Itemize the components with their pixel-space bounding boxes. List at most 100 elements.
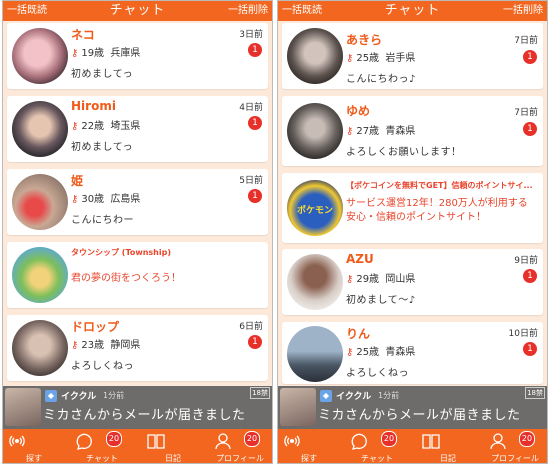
chat-region: 兵庫県	[110, 48, 141, 59]
chat-time: 7日前	[514, 36, 538, 46]
ad-image	[12, 247, 68, 303]
tab-chat[interactable]: 20 チャット	[350, 429, 404, 463]
chat-icon	[351, 433, 367, 450]
chat-time: 7日前	[514, 108, 538, 118]
key-icon: ⚷	[346, 274, 354, 285]
tab-label: プロフィール	[491, 454, 539, 463]
ad-item[interactable]: タウンシップ (Township) 君の夢の街をつくろう！	[7, 242, 268, 308]
ad-image-label: ポケモン	[296, 206, 333, 216]
chat-name: ドロップ	[71, 320, 120, 334]
tab-label: 探す	[301, 454, 317, 463]
chat-list[interactable]: あきら 7日前 ⚷ 25歳 岩手県 1 こんにちわっ♪ ゆめ 7日前 ⚷ 27歳 青…	[278, 21, 547, 386]
tab-profile[interactable]: 20 プロフィール	[213, 429, 267, 463]
unread-badge: 1	[523, 50, 537, 64]
chat-region: 広島県	[110, 194, 141, 205]
unread-badge: 1	[523, 342, 537, 356]
tab-diary[interactable]: 日記	[146, 429, 200, 463]
chat-message: よろしくお願いします！	[346, 147, 462, 158]
chat-item[interactable]: ゆめ 7日前 ⚷ 27歳 青森県 1 よろしくお願いします！	[282, 96, 543, 166]
tab-label: 探す	[26, 454, 42, 463]
key-icon: ⚷	[346, 126, 354, 137]
chat-name: Hiromi	[71, 99, 116, 113]
chat-age: 29歳	[356, 274, 380, 285]
chat-age: 19歳	[81, 48, 105, 59]
header: 一括既読 チャット 一括削除	[278, 1, 547, 21]
chat-region: 青森県	[385, 347, 416, 358]
tab-badge: 20	[244, 431, 260, 447]
ad-title: 【ポケコインを無料でGET】信頼のポイントサイ...	[346, 181, 533, 190]
notification-avatar	[280, 388, 316, 426]
tab-label: チャット	[86, 454, 118, 463]
age-restriction-mark: 18禁	[525, 387, 545, 399]
person-icon	[490, 433, 506, 450]
chat-item[interactable]: ネコ 3日前 ⚷ 19歳 兵庫県 1 初めましてっ	[7, 23, 268, 89]
chat-age: 22歳	[81, 121, 105, 132]
tab-search[interactable]: 探す	[7, 429, 61, 463]
avatar	[12, 101, 68, 157]
chat-message: 初めましてっ	[71, 142, 134, 153]
key-icon: ⚷	[71, 121, 79, 132]
tab-profile[interactable]: 20 プロフィール	[488, 429, 542, 463]
chat-list[interactable]: ネコ 3日前 ⚷ 19歳 兵庫県 1 初めましてっ Hiromi 4日前 ⚷ 22歳…	[3, 21, 272, 386]
chat-item[interactable]: ドロップ 6日前 ⚷ 23歳 静岡県 1 よろしくねっ	[7, 315, 268, 381]
tab-label: チャット	[361, 454, 393, 463]
tab-label: プロフィール	[216, 454, 264, 463]
chat-name: あきら	[346, 33, 383, 47]
avatar	[12, 174, 68, 230]
chat-age: 23歳	[81, 340, 105, 351]
unread-badge: 1	[523, 269, 537, 283]
chat-name: 姫	[71, 174, 84, 188]
ad-title: タウンシップ (Township)	[71, 248, 171, 257]
key-icon: ⚷	[71, 194, 79, 205]
tab-diary[interactable]: 日記	[421, 429, 475, 463]
chat-item[interactable]: AZU 9日前 ⚷ 29歳 岡山県 1 初めまして〜♪	[282, 249, 543, 315]
chat-name: ネコ	[71, 28, 95, 42]
tab-search[interactable]: 探す	[282, 429, 336, 463]
notification-banner[interactable]: ◆ イククル 1分前 ミカさんからメールが届きました 18禁	[3, 386, 272, 429]
notification-app: イククル	[61, 392, 97, 402]
chat-message: 初めまして〜♪	[346, 295, 416, 306]
header: 一括既読 チャット 一括削除	[3, 1, 272, 21]
tab-label: 日記	[440, 454, 456, 463]
notification-app: イククル	[336, 392, 372, 402]
chat-item[interactable]: Hiromi 4日前 ⚷ 22歳 埼玉県 1 初めましてっ	[7, 96, 268, 162]
delete-all-button[interactable]: 一括削除	[503, 1, 543, 21]
app-icon: ◆	[45, 390, 57, 402]
avatar	[287, 326, 343, 382]
chat-age: 27歳	[356, 126, 380, 137]
radar-icon	[284, 435, 300, 447]
notification-time: 1分前	[378, 391, 400, 400]
chat-message: こんにちわー	[71, 215, 134, 226]
person-icon	[215, 433, 231, 450]
chat-region: 青森県	[385, 126, 416, 137]
chat-region: 静岡県	[110, 340, 141, 351]
tab-bar: 探す 20 チャット 日記 20 プロフィール	[3, 429, 272, 463]
chat-time: 3日前	[239, 30, 263, 40]
book-icon	[422, 434, 440, 449]
notification-banner[interactable]: ◆ イククル 1分前 ミカさんからメールが届きました 18禁	[278, 386, 547, 429]
chat-message: よろしくねっ	[346, 368, 409, 379]
tab-badge: 20	[381, 431, 397, 447]
notification-time: 1分前	[103, 391, 125, 400]
chat-item[interactable]: あきら 7日前 ⚷ 25歳 岩手県 1 こんにちわっ♪	[282, 23, 543, 89]
chat-age: 25歳	[356, 347, 380, 358]
chat-region: 埼玉県	[110, 121, 141, 132]
tab-chat[interactable]: 20 チャット	[75, 429, 129, 463]
chat-name: りん	[346, 327, 371, 341]
unread-badge: 1	[248, 335, 262, 349]
notification-text: ミカさんからメールが届きました	[318, 408, 521, 423]
chat-region: 岡山県	[385, 274, 416, 285]
chat-name: ゆめ	[346, 104, 371, 118]
chat-item[interactable]: 姫 5日前 ⚷ 30歳 広島県 1 こんにちわー	[7, 169, 268, 235]
chat-time: 10日前	[508, 329, 538, 339]
tab-badge: 20	[106, 431, 122, 447]
chat-item[interactable]: りん 10日前 ⚷ 25歳 青森県 1 よろしくねっ	[282, 322, 543, 384]
tab-label: 日記	[165, 454, 181, 463]
ad-item[interactable]: ポケモン 【ポケコインを無料でGET】信頼のポイントサイ... サービス運営12…	[282, 173, 543, 243]
chat-age: 30歳	[81, 194, 105, 205]
unread-badge: 1	[523, 122, 537, 136]
chat-region: 岩手県	[385, 53, 416, 64]
chat-time: 4日前	[239, 103, 263, 113]
chat-time: 9日前	[514, 256, 538, 266]
delete-all-button[interactable]: 一括削除	[228, 1, 268, 21]
